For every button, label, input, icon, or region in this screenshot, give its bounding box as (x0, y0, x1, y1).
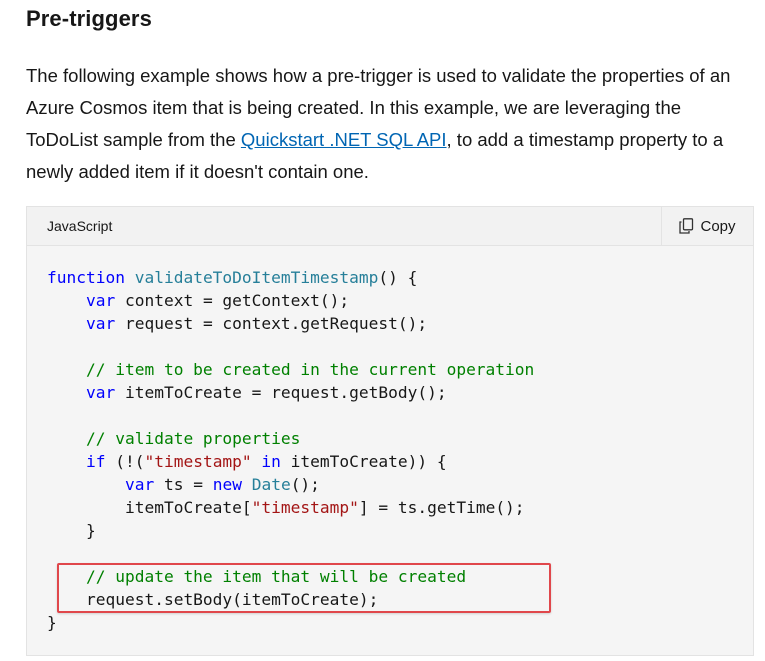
code-keyword: var (85, 383, 116, 402)
code-text: (); (290, 475, 320, 494)
code-keyword: in (261, 452, 281, 471)
description-paragraph: The following example shows how a pre-tr… (26, 60, 746, 188)
code-text: itemToCreate = request.getBody(); (115, 383, 447, 402)
code-text: (!( (105, 452, 145, 471)
code-text: itemToCreate)) { (280, 452, 447, 471)
code-comment: // validate properties (85, 429, 301, 448)
copy-icon (679, 218, 694, 234)
code-string: "timestamp" (144, 452, 252, 471)
copy-label: Copy (700, 217, 736, 235)
doc-page: Pre-triggers The following example shows… (0, 0, 765, 661)
quickstart-link[interactable]: Quickstart .NET SQL API (241, 129, 447, 150)
code-type-name: Date (251, 475, 291, 494)
code-function-name: validateToDoItemTimestamp (134, 268, 379, 287)
code-keyword: new (212, 475, 242, 494)
code-header: JavaScript Copy (27, 207, 753, 246)
code-text: ] = ts.getTime(); (358, 498, 525, 517)
code-keyword: var (85, 314, 116, 333)
code-language-label: JavaScript (47, 218, 113, 234)
code-text: itemToCreate[ (124, 498, 252, 517)
code-text: } (85, 521, 96, 540)
code-string: "timestamp" (251, 498, 359, 517)
code-keyword: var (85, 291, 116, 310)
highlight-annotation-box (57, 563, 551, 613)
code-text: request = context.getRequest(); (115, 314, 428, 333)
copy-button[interactable]: Copy (661, 207, 753, 245)
code-text: context = getContext(); (115, 291, 350, 310)
section-heading: Pre-triggers (26, 6, 152, 31)
code-keyword: var (124, 475, 155, 494)
code-text: ts = (154, 475, 213, 494)
code-comment: // item to be created in the current ope… (85, 360, 535, 379)
code-keyword: function (47, 268, 125, 287)
code-text: () { (378, 268, 418, 287)
code-keyword: if (85, 452, 106, 471)
code-text: } (47, 613, 57, 632)
